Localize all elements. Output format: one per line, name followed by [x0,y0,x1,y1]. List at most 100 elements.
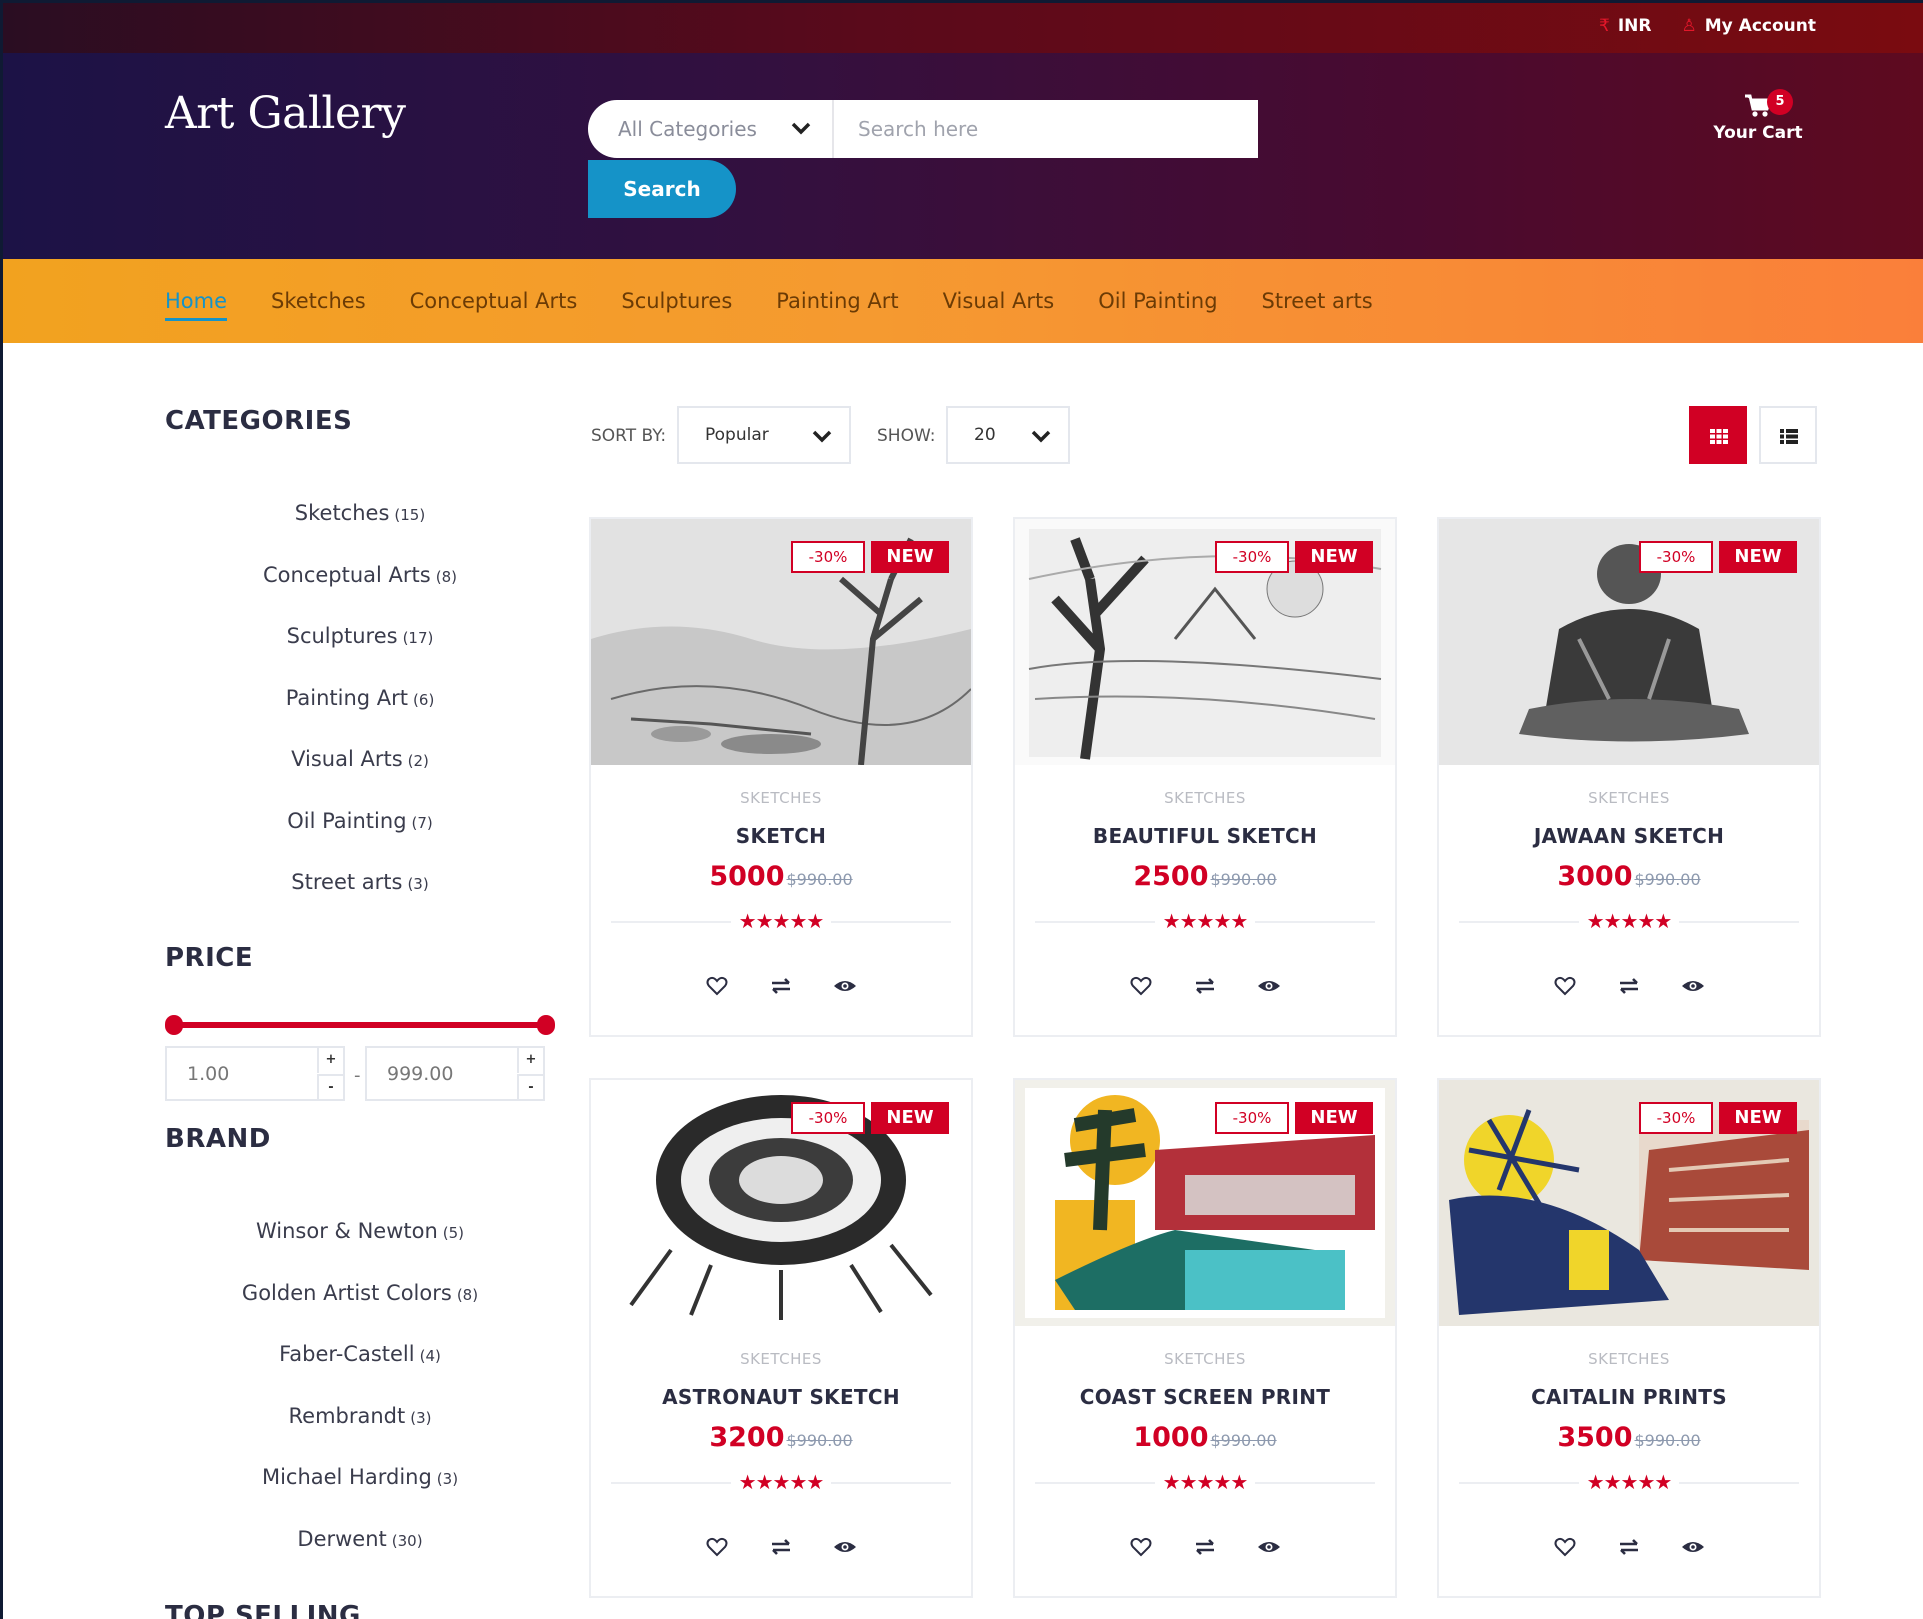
product-name[interactable]: ASTRONAUT SKETCH [591,1385,971,1409]
price-max-field: + - [365,1046,545,1101]
exchange-icon [1620,978,1638,994]
product-name[interactable]: CAITALIN PRINTS [1439,1385,1819,1409]
price-min-increment[interactable]: + [317,1048,343,1073]
product-card[interactable]: -30% NEW SKETCHES ASTRONAUT SKETCH 3200 $990.… [589,1078,973,1598]
brand-item[interactable]: Michael Harding (3) [165,1447,555,1509]
brand-item[interactable]: Rembrandt (3) [165,1386,555,1448]
product-rating: ★★★★★ [1586,909,1673,933]
show-label: SHOW: [877,426,936,446]
category-count: (7) [411,813,433,832]
nav-item-visual-arts[interactable]: Visual Arts [943,289,1055,313]
category-count: (6) [413,690,435,709]
category-item[interactable]: Painting Art (6) [165,668,555,730]
product-price: 5000 $990.00 [591,861,971,892]
category-item[interactable]: Oil Painting (7) [165,791,555,853]
new-badge: NEW [1295,1102,1373,1134]
quick-view-button[interactable] [1681,974,1705,998]
price-min-decrement[interactable]: - [317,1074,343,1099]
my-account-link[interactable]: ♙ My Account [1682,16,1817,36]
product-name[interactable]: JAWAAN SKETCH [1439,824,1819,848]
quick-view-button[interactable] [1681,1535,1705,1559]
price-max-increment[interactable]: + [517,1048,543,1073]
category-select[interactable]: All Categories [588,100,834,158]
wishlist-button[interactable] [1553,974,1577,998]
brand-label: Derwent [297,1526,387,1551]
brand-item[interactable]: Derwent (30) [165,1509,555,1571]
compare-button[interactable] [1193,1535,1217,1559]
wishlist-button[interactable] [705,1535,729,1559]
brand-item[interactable]: Winsor & Newton (5) [165,1201,555,1263]
list-view-button[interactable] [1759,406,1817,464]
sale-badge: -30% [1639,1102,1713,1134]
compare-button[interactable] [1617,974,1641,998]
brand-count: (5) [442,1224,465,1242]
compare-button[interactable] [769,974,793,998]
compare-button[interactable] [1193,974,1217,998]
exchange-icon [1620,1539,1638,1555]
rupee-icon: ₹ [1599,16,1610,36]
product-card[interactable]: -30% NEW SKETCHES BEAUTIFUL SKETCH 2500 $990.… [1013,517,1397,1037]
product-card[interactable]: -30% NEW SKETCHES JAWAAN SKETCH 3000 $990.00 ★… [1437,517,1821,1037]
quick-view-button[interactable] [1257,1535,1281,1559]
price-slider[interactable] [165,1015,555,1035]
search-input[interactable] [836,100,1256,158]
cart-button[interactable]: 5 Your Cart [1703,89,1813,143]
category-item[interactable]: Street arts (3) [165,852,555,914]
price-max-input[interactable] [367,1048,515,1099]
brand-count: (3) [436,1470,459,1488]
nav-item-oil-painting[interactable]: Oil Painting [1098,289,1217,313]
quick-view-button[interactable] [833,1535,857,1559]
quick-view-button[interactable] [1257,974,1281,998]
product-actions [1439,974,1819,998]
heart-icon [706,976,728,996]
nav-item-sketches[interactable]: Sketches [271,289,366,313]
product-card[interactable]: -30% NEW SKETCHES CAITALIN PRINTS 3500 $990.0… [1437,1078,1821,1598]
brand-item[interactable]: Faber-Castell (4) [165,1324,555,1386]
nav-item-conceptual-arts[interactable]: Conceptual Arts [410,289,578,313]
sort-select[interactable]: Popular [677,406,851,464]
wishlist-button[interactable] [1129,974,1153,998]
grid-view-button[interactable] [1689,406,1747,464]
search-button[interactable]: Search [588,160,736,218]
currency-label: INR [1617,16,1652,36]
product-name[interactable]: SKETCH [591,824,971,848]
show-select[interactable]: 20 [946,406,1070,464]
category-label: Sculptures [286,624,398,648]
product-name[interactable]: COAST SCREEN PRINT [1015,1385,1395,1409]
currency-link[interactable]: ₹ INR [1599,16,1651,36]
cart-label: Your Cart [1713,123,1803,143]
price-min-handle[interactable] [165,1015,183,1035]
brand-count: (3) [410,1408,432,1427]
nav-item-street-arts[interactable]: Street arts [1262,289,1373,313]
compare-button[interactable] [769,1535,793,1559]
product-rating: ★★★★★ [1586,1470,1673,1494]
show-select-value: 20 [974,425,996,445]
wishlist-button[interactable] [705,974,729,998]
wishlist-button[interactable] [1129,1535,1153,1559]
nav-item-home[interactable]: Home [165,289,228,321]
category-item[interactable]: Sketches (15) [165,483,555,545]
price-current: 5000 [709,861,785,892]
category-item[interactable]: Conceptual Arts (8) [165,545,555,607]
brand-item[interactable]: Golden Artist Colors (8) [165,1263,555,1325]
product-name[interactable]: BEAUTIFUL SKETCH [1015,824,1395,848]
product-category: SKETCHES [1588,1350,1670,1368]
price-old: $990.00 [1634,870,1701,889]
compare-button[interactable] [1617,1535,1641,1559]
category-item[interactable]: Visual Arts (2) [165,729,555,791]
quick-view-button[interactable] [833,974,857,998]
nav-item-painting-art[interactable]: Painting Art [776,289,898,313]
price-min-input[interactable] [167,1048,315,1099]
price-max-decrement[interactable]: - [517,1074,543,1099]
category-item[interactable]: Sculptures (17) [165,606,555,668]
heart-icon [1554,976,1576,996]
brand-label: Faber-Castell [279,1342,415,1366]
site-logo[interactable]: Art Gallery [165,88,406,139]
product-card[interactable]: -30% NEW SKETCHES COAST SCREEN PRINT 1000 $99… [1013,1078,1397,1598]
new-badge: NEW [1719,1102,1797,1134]
nav-item-sculptures[interactable]: Sculptures [621,289,732,313]
price-max-handle[interactable] [537,1015,555,1035]
price-title: PRICE [165,943,254,973]
wishlist-button[interactable] [1553,1535,1577,1559]
product-card[interactable]: -30% NEW SKETCHES SKETCH 5000 $990.00 ★★★★★ [589,517,973,1037]
